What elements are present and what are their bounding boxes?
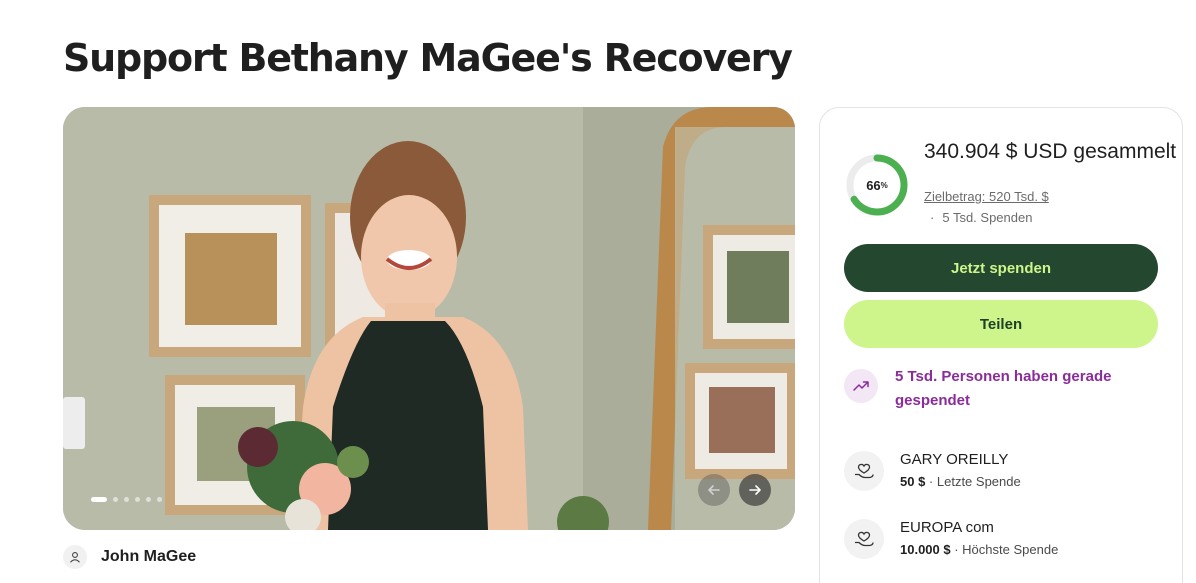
- gallery-dot[interactable]: [124, 497, 129, 502]
- gallery-dot[interactable]: [146, 497, 151, 502]
- previous-slide-button[interactable]: [698, 474, 730, 506]
- arrow-right-icon: [749, 485, 761, 495]
- percent-value: 66: [866, 177, 881, 193]
- donor-name: GARY OREILLY: [900, 451, 1009, 468]
- page-title: Support Bethany MaGee's Recovery: [63, 36, 793, 80]
- donate-button[interactable]: Jetzt spenden: [844, 244, 1158, 292]
- percent-sign: %: [880, 180, 888, 190]
- separator: ·: [925, 474, 937, 489]
- goal-amount[interactable]: Zielbetrag: 520 Tsd. $: [924, 189, 1049, 204]
- donor-note: Letzte Spende: [936, 474, 1021, 489]
- person-icon: [63, 545, 87, 569]
- donation-count: · 5 Tsd. Spenden: [930, 210, 1032, 225]
- donor-amount: 10.000 $: [900, 542, 951, 557]
- photo-gallery[interactable]: [63, 107, 795, 530]
- gallery-dot[interactable]: [157, 497, 162, 502]
- organizer-name[interactable]: John MaGee: [101, 548, 196, 566]
- hero-photo: [63, 107, 795, 530]
- separator: ·: [930, 210, 935, 225]
- amount-raised: 340.904 $ USD gesammelt: [924, 140, 1177, 163]
- donation-count-label: 5 Tsd. Spenden: [942, 210, 1033, 225]
- gallery-dot[interactable]: [91, 497, 107, 502]
- donor-amount: 50 $: [900, 474, 926, 489]
- share-button[interactable]: Teilen: [844, 300, 1158, 348]
- arrow-left-icon: [708, 485, 720, 495]
- separator: ·: [950, 542, 963, 557]
- donation-card: 66% 340.904 $ USD gesammelt Zielbetrag: …: [819, 107, 1183, 583]
- heart-hand-icon: [844, 519, 884, 559]
- gallery-dot[interactable]: [135, 497, 140, 502]
- donor-note: Höchste Spende: [962, 542, 1059, 557]
- donor-name: EUROPA com: [900, 519, 994, 536]
- donor-meta: 10.000 $ · Höchste Spende: [900, 542, 1058, 557]
- heart-hand-icon: [844, 451, 884, 491]
- trending-up-icon: [844, 369, 878, 403]
- gallery-dot[interactable]: [113, 497, 118, 502]
- recent-donations-notice: 5 Tsd. Personen haben gerade gespendet: [895, 368, 1112, 409]
- organizer[interactable]: John MaGee: [63, 545, 196, 569]
- gallery-pagination[interactable]: [91, 497, 162, 502]
- next-slide-button[interactable]: [739, 474, 771, 506]
- progress-percent: 66%: [844, 152, 910, 218]
- donor-meta: 50 $ · Letzte Spende: [900, 474, 1021, 489]
